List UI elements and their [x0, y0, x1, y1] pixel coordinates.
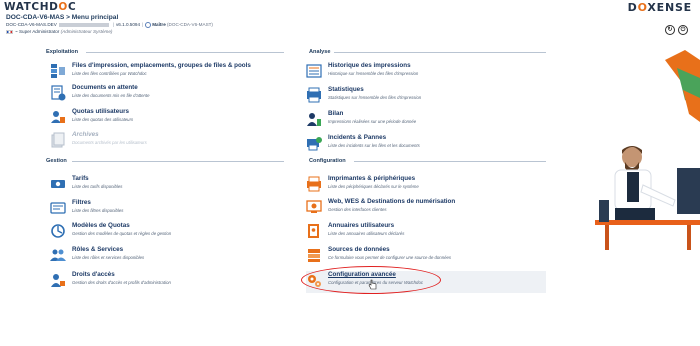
- divider: [72, 161, 284, 162]
- printer-queue-icon: [51, 64, 65, 78]
- item-desc: Liste des quotas des utilisateurs: [72, 117, 134, 122]
- man-at-desk-illustration: [595, 50, 700, 250]
- menu-item-quota-models[interactable]: Modèles de Quotas Gestion des modèles de…: [50, 222, 290, 244]
- web-wes-icon: [306, 200, 322, 213]
- item-title: Archives: [72, 131, 99, 138]
- printers-icon: [307, 176, 321, 192]
- power-icon[interactable]: ⏻: [678, 25, 688, 35]
- top-bar: WATCHDOC DOXENSE: [0, 0, 700, 14]
- menu-item-print-queues[interactable]: Files d'impression, emplacements, groupe…: [50, 62, 290, 84]
- section-exploitation: Exploitation: [46, 49, 79, 55]
- item-desc: Liste des documents mis en file d'attent…: [72, 93, 150, 98]
- item-desc: Gestion des interfaces clientes: [328, 207, 387, 212]
- section-analyse: Analyse: [309, 49, 331, 55]
- menu-item-user-quotas[interactable]: Quotas utilisateurs Liste des quotas des…: [50, 108, 290, 130]
- item-title: Annuaires utilisateurs: [328, 222, 395, 229]
- item-desc: Gestion des modèles de quotas et règles …: [72, 231, 172, 236]
- divider: [86, 52, 284, 53]
- menu-item-archives: Archives Documents archivés par les util…: [50, 131, 290, 153]
- user-info: ~ Super Administrator (Administrateur Sy…: [6, 29, 113, 35]
- server-role-host: (DOC-CDA-V6-MAST): [167, 22, 213, 28]
- item-desc: Historique sur l'ensemble des files d'im…: [328, 71, 419, 76]
- menu-item-print-history[interactable]: Historique des impressions Historique su…: [306, 62, 546, 84]
- item-title: Incidents & Pannes: [328, 134, 387, 141]
- item-desc: Liste des filtres disponibles: [72, 208, 124, 213]
- item-title: Quotas utilisateurs: [72, 108, 130, 115]
- server-role: Maître: [152, 22, 166, 28]
- incidents-icon: [307, 137, 322, 151]
- item-desc: Liste des files contrôlées par Watchdoc: [72, 71, 147, 76]
- language-flag-icon[interactable]: [6, 29, 13, 35]
- item-title: Sources de données: [328, 246, 390, 253]
- watchdoc-logo[interactable]: WATCHDOC: [4, 1, 76, 13]
- menu-item-directories[interactable]: Annuaires utilisateurs Liste des annuair…: [306, 222, 546, 244]
- history-icon: [306, 64, 322, 78]
- access-rights-icon: [51, 274, 65, 287]
- section-configuration: Configuration: [309, 158, 346, 164]
- item-desc: Documents archivés par les utilisateurs: [72, 140, 147, 145]
- item-desc: Impressions réalisées sur une période do…: [328, 119, 417, 124]
- server-name: DOC-CDA-V6-MAS.DEV: [6, 22, 57, 28]
- item-title: Historique des impressions: [328, 62, 411, 69]
- menu-item-data-sources[interactable]: Sources de données Ce formulaire vous pe…: [306, 246, 546, 268]
- item-title: Statistiques: [328, 86, 364, 93]
- report-icon: [307, 113, 321, 126]
- menu-item-pending-docs[interactable]: Documents en attente Liste des documents…: [50, 84, 290, 106]
- version: v6.1.0.5094: [116, 22, 141, 28]
- archive-icon: [51, 132, 65, 148]
- section-gestion: Gestion: [46, 158, 67, 164]
- item-title: Bilan: [328, 110, 344, 117]
- user-quota-icon: [51, 111, 65, 123]
- filter-icon: [50, 202, 66, 214]
- menu-item-printers[interactable]: Imprimantes & périphériques Liste des pé…: [306, 175, 546, 197]
- item-title: Imprimantes & périphériques: [328, 175, 416, 182]
- item-title: Files d'impression, emplacements, groupe…: [72, 62, 251, 69]
- role-icon: [145, 22, 152, 28]
- user-role: (Administrateur Système): [60, 29, 113, 34]
- divider: [334, 52, 546, 53]
- item-title: Documents en attente: [72, 84, 138, 91]
- user-name: ~ Super Administrator: [15, 29, 60, 34]
- menu-item-filters[interactable]: Filtres Liste des filtres disponibles: [50, 199, 290, 221]
- menu-item-roles[interactable]: Rôles & Services Liste des rôles et serv…: [50, 246, 290, 268]
- menu-item-incidents[interactable]: Incidents & Pannes Liste des incidents s…: [306, 134, 546, 156]
- statistics-icon: [307, 87, 321, 103]
- pricing-icon: [51, 180, 65, 188]
- item-title: Droits d'accès: [72, 271, 115, 278]
- item-desc: Ce formulaire vous permet de configurer …: [328, 255, 452, 260]
- directories-icon: [308, 224, 319, 238]
- roles-icon: [50, 249, 66, 261]
- highlight-ellipse: [301, 266, 441, 294]
- top-icons: ↻ ⏻: [662, 18, 688, 36]
- server-info: DOC-CDA-V6-MAS.DEV | v6.1.0.5094 | Maître (D…: [6, 22, 213, 28]
- menu-item-web-wes[interactable]: Web, WES & Destinations de numérisation …: [306, 198, 546, 220]
- item-desc: Liste des rôles et services disponibles: [72, 255, 145, 260]
- redacted-text: [58, 23, 109, 27]
- item-title: Filtres: [72, 199, 91, 206]
- item-desc: Gestion des droits d'accès et profils d'…: [72, 280, 171, 285]
- refresh-icon[interactable]: ↻: [665, 25, 675, 35]
- data-sources-icon: [308, 249, 320, 262]
- menu-item-statistics[interactable]: Statistiques Statistiques sur l'ensemble…: [306, 86, 546, 108]
- menu-item-report[interactable]: Bilan Impressions réalisées sur une péri…: [306, 110, 546, 132]
- divider: [354, 161, 546, 162]
- quota-model-icon: [51, 224, 65, 238]
- item-desc: Liste des tarifs disponibles: [72, 184, 123, 189]
- item-desc: Statistiques sur l'ensemble des files d'…: [328, 95, 422, 100]
- item-desc: Liste des périphériques déclarés sur le …: [328, 184, 419, 189]
- item-title: Web, WES & Destinations de numérisation: [328, 198, 456, 205]
- item-title: Tarifs: [72, 175, 89, 182]
- document-wait-icon: [51, 85, 66, 101]
- item-title: Modèles de Quotas: [72, 222, 130, 229]
- item-desc: Liste des incidents sur les files et les…: [328, 143, 420, 148]
- menu-item-access-rights[interactable]: Droits d'accès Gestion des droits d'accè…: [50, 271, 290, 293]
- item-title: Rôles & Services: [72, 246, 124, 253]
- menu-item-pricing[interactable]: Tarifs Liste des tarifs disponibles: [50, 175, 290, 197]
- doxense-logo: DOXENSE: [627, 1, 692, 14]
- item-desc: Liste des annuaires utilisateurs déclaré…: [328, 231, 405, 236]
- breadcrumb: DOC-CDA-V6-MAS > Menu principal: [6, 14, 119, 21]
